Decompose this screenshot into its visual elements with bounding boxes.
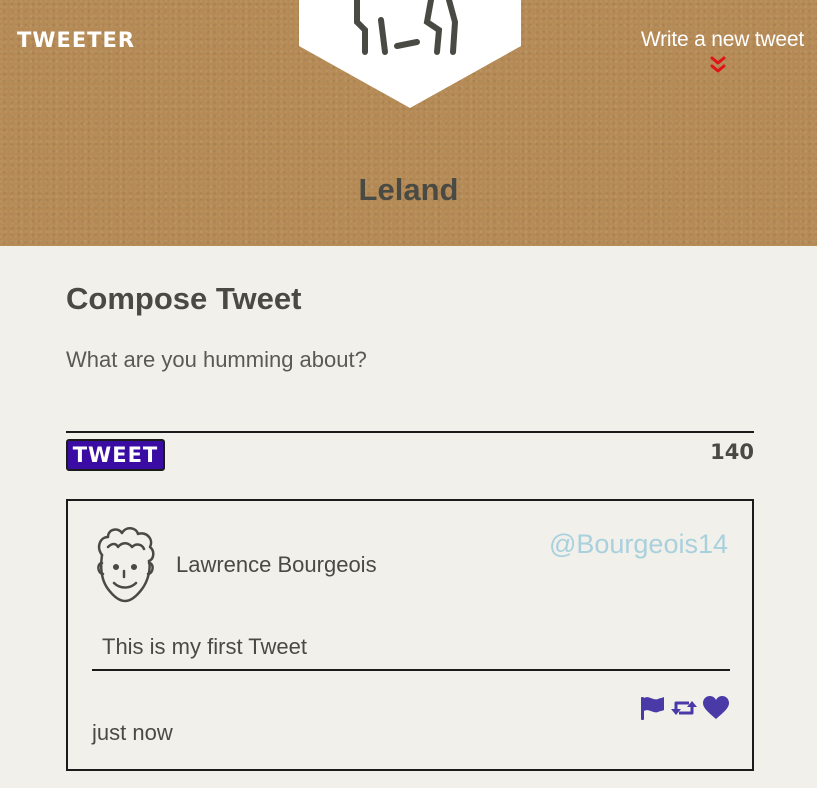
tweet-author-name: Lawrence Bourgeois [176, 552, 377, 577]
user-avatar-icon [97, 527, 155, 603]
tweet-author-handle[interactable]: @Bourgeois14 [549, 529, 728, 560]
retweet-icon[interactable] [670, 694, 698, 722]
tweet-text: This is my first Tweet [92, 631, 730, 671]
profile-avatar-icon [299, 0, 521, 108]
write-new-tweet-link[interactable]: Write a new tweet [641, 28, 804, 52]
char-counter: 140 [710, 440, 754, 464]
tweet-card: Lawrence Bourgeois @Bourgeois14 This is … [66, 499, 754, 771]
chevron-down-icon[interactable] [708, 56, 728, 76]
flag-icon[interactable] [638, 694, 666, 722]
app-logo[interactable]: TWEETER [17, 28, 135, 52]
compose-title: Compose Tweet [66, 281, 302, 316]
tweet-button[interactable]: TWEET [66, 439, 165, 471]
tweet-timestamp: just now [92, 720, 173, 745]
profile-header: TWEETER Write a new tweet Leland [0, 0, 817, 246]
heart-icon[interactable] [702, 694, 730, 722]
profile-name: Leland [358, 172, 459, 207]
tweet-actions [638, 694, 730, 722]
tweet-input[interactable] [66, 343, 754, 433]
